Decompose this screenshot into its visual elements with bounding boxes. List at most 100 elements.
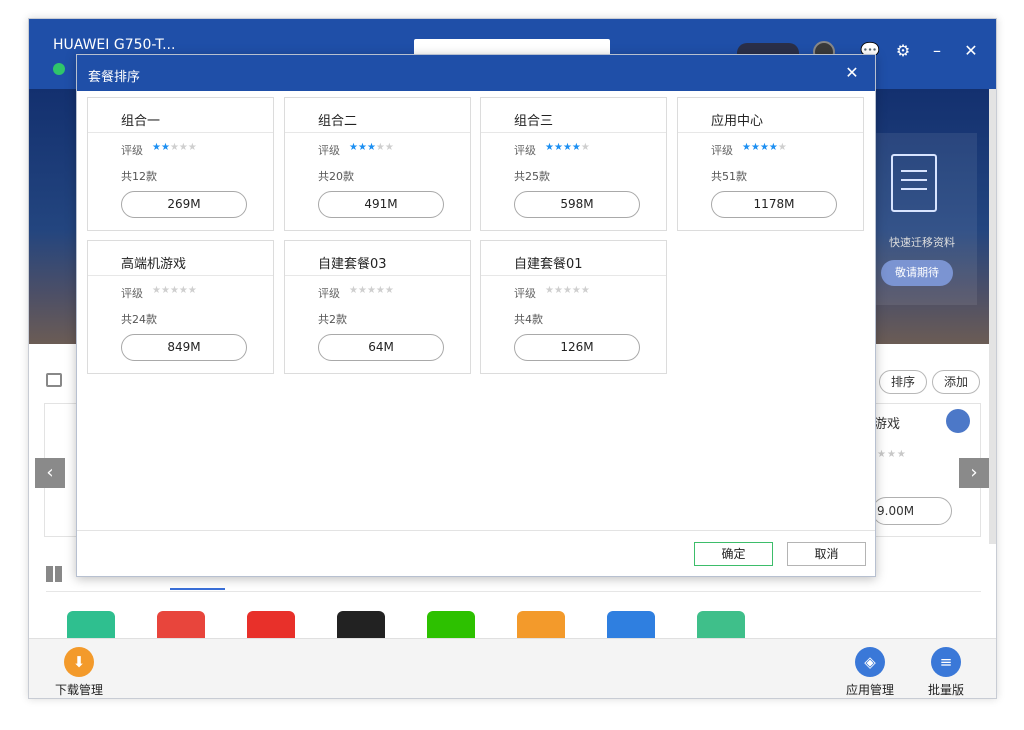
star-empty-icon: ★ <box>187 285 197 296</box>
rating-label: 评级 <box>121 144 143 157</box>
bg-card-title: 游戏 <box>874 417 901 432</box>
gear-icon[interactable]: ⚙ <box>894 41 912 60</box>
rating-label: 评级 <box>121 287 143 300</box>
package-name: 组合二 <box>318 114 358 129</box>
rating-stars: ★★★★★ <box>545 285 590 296</box>
rating-label: 评级 <box>318 287 340 300</box>
cancel-button[interactable]: 取消 <box>787 542 866 566</box>
folder-add-icon <box>46 373 62 387</box>
star-filled-icon: ★ <box>553 142 563 153</box>
package-card[interactable]: 高端机游戏 评级 ★★★★★ 共24款 849M <box>87 240 274 374</box>
package-size-button[interactable]: 598M <box>514 191 640 218</box>
star-empty-icon: ★ <box>545 285 554 296</box>
dialog-header: 套餐排序 ✕ <box>77 55 875 91</box>
star-empty-icon: ★ <box>366 285 376 296</box>
package-size-button[interactable]: 1178M <box>711 191 837 218</box>
stack-icon: ≡ <box>931 647 961 677</box>
star-filled-icon: ★ <box>357 142 367 153</box>
banner-card-text: 快速迁移资料 <box>889 236 955 249</box>
package-card[interactable]: 组合一 评级 ★★★★★ 共12款 269M <box>87 97 274 231</box>
app-count: 共51款 <box>711 170 747 183</box>
rating-stars: ★★★★★ <box>152 285 197 296</box>
star-empty-icon: ★ <box>160 285 170 296</box>
star-filled-icon: ★ <box>750 142 760 153</box>
card-divider <box>88 132 273 133</box>
store-icon <box>946 409 970 433</box>
close-icon[interactable]: ✕ <box>843 64 861 82</box>
rating-label: 评级 <box>318 144 340 157</box>
app-count: 共25款 <box>514 170 550 183</box>
star-filled-icon: ★ <box>545 142 554 153</box>
rating-stars: ★★★★★ <box>152 142 197 153</box>
sort-button[interactable]: 排序 <box>879 370 927 394</box>
download-label: 下载管理 <box>54 683 103 697</box>
star-empty-icon: ★ <box>580 285 590 296</box>
rating-stars: ★★★★★ <box>349 285 394 296</box>
device-name[interactable]: HUAWEI G750-T... <box>53 37 175 53</box>
package-name: 自建套餐03 <box>318 257 387 272</box>
minimize-icon[interactable]: – <box>928 41 946 60</box>
star-empty-icon: ★ <box>187 142 197 153</box>
star-empty-icon: ★ <box>169 285 179 296</box>
app-count: 共24款 <box>121 313 157 326</box>
package-size-button[interactable]: 491M <box>318 191 444 218</box>
star-empty-icon: ★ <box>178 285 188 296</box>
download-manager-button[interactable]: ⬇ 下载管理 <box>44 647 114 698</box>
app-count: 共4款 <box>514 313 543 326</box>
coming-soon-button[interactable]: 敬请期待 <box>881 260 953 286</box>
package-size-button[interactable]: 269M <box>121 191 247 218</box>
app-manage-button[interactable]: ◈ 应用管理 <box>835 647 905 698</box>
package-card[interactable]: 自建套餐01 评级 ★★★★★ 共4款 126M <box>480 240 667 374</box>
bg-card-size[interactable]: 9.00M <box>872 497 952 525</box>
close-icon[interactable]: ✕ <box>962 41 980 60</box>
package-name: 自建套餐01 <box>514 257 583 272</box>
rating-label: 评级 <box>514 287 536 300</box>
rating-label: 评级 <box>514 144 536 157</box>
star-empty-icon: ★ <box>375 285 385 296</box>
package-size-button[interactable]: 64M <box>318 334 444 361</box>
card-divider <box>88 275 273 276</box>
star-filled-icon: ★ <box>742 142 751 153</box>
star-empty-icon: ★ <box>777 142 787 153</box>
bg-card-stars: ★★★ <box>877 449 907 460</box>
package-name: 组合三 <box>514 114 554 129</box>
star-empty-icon: ★ <box>152 285 161 296</box>
star-filled-icon: ★ <box>562 142 572 153</box>
star-empty-icon: ★ <box>178 142 188 153</box>
package-card[interactable]: 自建套餐03 评级 ★★★★★ 共2款 64M <box>284 240 471 374</box>
carousel-next-button[interactable]: › <box>959 458 989 488</box>
star-empty-icon: ★ <box>571 285 581 296</box>
ok-button[interactable]: 确定 <box>694 542 773 566</box>
dialog-divider <box>77 530 875 531</box>
star-filled-icon: ★ <box>571 142 581 153</box>
star-empty-icon: ★ <box>562 285 572 296</box>
star-empty-icon: ★ <box>384 285 394 296</box>
star-empty-icon: ★ <box>384 142 394 153</box>
card-divider <box>481 275 666 276</box>
batch-button[interactable]: ≡ 批量版 <box>911 647 981 698</box>
rating-stars: ★★★★★ <box>742 142 787 153</box>
card-divider <box>285 132 470 133</box>
rating-stars: ★★★★★ <box>349 142 394 153</box>
rating-stars: ★★★★★ <box>545 142 590 153</box>
package-name: 组合一 <box>121 114 161 129</box>
star-filled-icon: ★ <box>160 142 170 153</box>
star-filled-icon: ★ <box>768 142 778 153</box>
app-count: 共20款 <box>318 170 354 183</box>
dialog-title: 套餐排序 <box>88 70 141 85</box>
package-card[interactable]: 组合三 评级 ★★★★★ 共25款 598M <box>480 97 667 231</box>
package-card[interactable]: 组合二评级 ★★★★★ 共20款 491M <box>284 97 471 231</box>
scrollbar[interactable] <box>989 89 996 544</box>
carousel-prev-button[interactable]: ‹ <box>35 458 65 488</box>
star-empty-icon: ★ <box>357 285 367 296</box>
star-empty-icon: ★ <box>580 142 590 153</box>
package-size-button[interactable]: 126M <box>514 334 640 361</box>
package-name: 应用中心 <box>711 114 764 129</box>
package-size-button[interactable]: 849M <box>121 334 247 361</box>
connected-icon <box>53 63 65 75</box>
add-button[interactable]: 添加 <box>932 370 980 394</box>
batch-label: 批量版 <box>927 683 964 697</box>
star-filled-icon: ★ <box>349 142 358 153</box>
package-card[interactable]: 应用中心 评级 ★★★★★ 共51款 1178M <box>677 97 864 231</box>
star-empty-icon: ★ <box>553 285 563 296</box>
